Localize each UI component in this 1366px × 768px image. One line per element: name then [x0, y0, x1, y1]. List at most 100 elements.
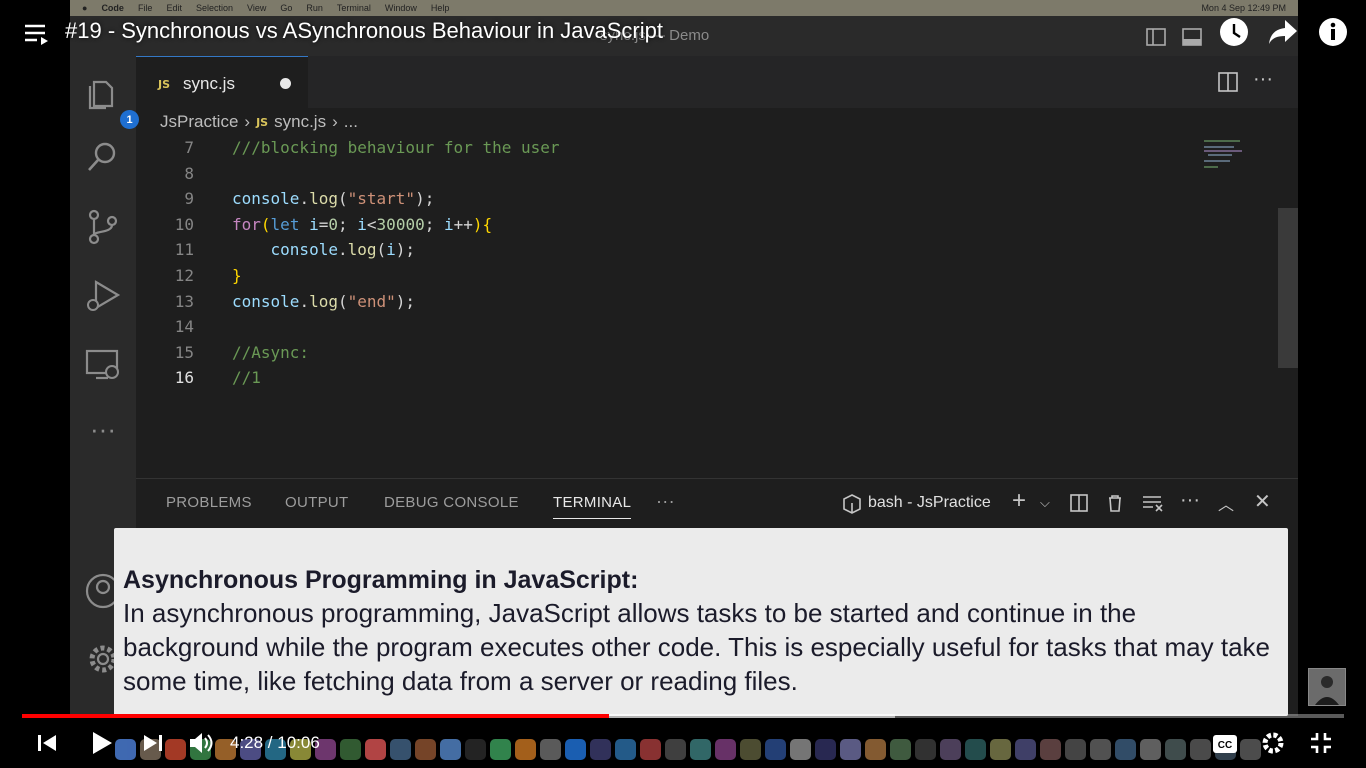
- code-text: }: [232, 266, 242, 285]
- search-icon[interactable]: [84, 138, 122, 176]
- source-control-icon[interactable]: [84, 208, 122, 246]
- new-terminal-icon[interactable]: +: [1012, 487, 1026, 515]
- terminal-name[interactable]: bash - JsPractice: [868, 494, 991, 512]
- dock-app-icon: [690, 738, 711, 760]
- code-line[interactable]: 10 for(let i=0; i<30000; i++){: [136, 215, 1236, 240]
- dock-app-icon: [465, 738, 486, 760]
- code-line[interactable]: 12}: [136, 266, 1236, 291]
- dock-app-icon: [115, 738, 136, 760]
- explorer-icon[interactable]: 1: [84, 74, 139, 129]
- chevron-right-icon: ›: [244, 112, 251, 131]
- dock-app-icon: [790, 738, 811, 760]
- toggle-sidebar-icon[interactable]: [1146, 27, 1166, 47]
- menu-item[interactable]: Go: [280, 3, 292, 13]
- line-number: 7: [184, 138, 194, 157]
- volume-icon[interactable]: [188, 731, 214, 755]
- play-icon[interactable]: [90, 730, 114, 756]
- share-icon[interactable]: [1268, 19, 1298, 45]
- video-title[interactable]: #19 - Synchronous vs ASynchronous Behavi…: [65, 18, 663, 44]
- menu-item[interactable]: Code: [101, 3, 124, 13]
- chevron-down-icon[interactable]: ⌵: [1040, 495, 1050, 511]
- presenter-thumbnail: [1308, 668, 1346, 706]
- unsaved-dot-icon[interactable]: [280, 78, 291, 89]
- code-token: =: [318, 214, 329, 234]
- tab-terminal[interactable]: TERMINAL: [553, 494, 632, 519]
- code-line[interactable]: 15 //Async:: [136, 343, 1236, 368]
- code-line[interactable]: 9 console.log("start");: [136, 189, 1236, 214]
- trash-icon[interactable]: [1106, 493, 1124, 513]
- editor-scrollbar[interactable]: [1278, 208, 1298, 368]
- code-token: }: [232, 266, 242, 285]
- remote-explorer-icon[interactable]: [84, 346, 122, 384]
- time-display: 4:28 / 10:06: [230, 733, 320, 752]
- code-token: ///blocking behaviour for the user: [232, 138, 560, 157]
- more-icon[interactable]: ···: [84, 414, 122, 452]
- split-terminal-icon[interactable]: [1070, 494, 1088, 512]
- code-line[interactable]: 11 console.log(i);: [136, 240, 1236, 265]
- breadcrumb-more[interactable]: ...: [344, 112, 358, 132]
- code-line[interactable]: 13 console.log("end");: [136, 292, 1236, 317]
- tab-problems[interactable]: PROBLEMS: [166, 494, 252, 511]
- dock-app-icon: [490, 738, 511, 760]
- watch-later-icon[interactable]: [1219, 17, 1249, 47]
- breadcrumb-folder[interactable]: JsPractice: [160, 112, 238, 132]
- menu-item[interactable]: Edit: [166, 3, 182, 13]
- panel-more-icon[interactable]: ···: [656, 491, 675, 512]
- code-text: console.log("start");: [232, 189, 434, 208]
- code-token: console: [232, 189, 300, 209]
- menu-item[interactable]: Run: [306, 3, 323, 13]
- code-editor[interactable]: 7 ///blocking behaviour for the user 8 9 con…: [136, 138, 1236, 438]
- tab-debug-console[interactable]: DEBUG CONSOLE: [384, 494, 519, 511]
- code-token: "start": [347, 189, 416, 209]
- tab-sync-js[interactable]: JS sync.js: [136, 56, 308, 108]
- panel-actions-more-icon[interactable]: ···: [1180, 489, 1200, 512]
- dock-app-icon: [1140, 738, 1161, 760]
- menu-item[interactable]: Selection: [196, 3, 233, 13]
- line-number: 10: [174, 214, 194, 234]
- code-token: //1: [232, 368, 261, 388]
- code-token: for: [232, 214, 261, 234]
- split-editor-icon[interactable]: [1218, 72, 1238, 92]
- previous-icon[interactable]: [36, 732, 58, 754]
- code-line[interactable]: 14: [136, 317, 1236, 342]
- close-panel-icon[interactable]: ✕: [1254, 489, 1271, 514]
- code-token: ){: [472, 214, 493, 234]
- dock-app-icon: [865, 738, 886, 760]
- menu-item[interactable]: Terminal: [337, 3, 371, 13]
- code-token: );: [395, 291, 416, 311]
- dock-app-icon: [640, 738, 661, 760]
- caption-box: Asynchronous Programming in JavaScript: …: [114, 528, 1288, 716]
- tab-output[interactable]: OUTPUT: [285, 494, 348, 511]
- code-line[interactable]: 8: [136, 164, 1236, 189]
- menu-item[interactable]: View: [247, 3, 266, 13]
- next-icon[interactable]: [142, 732, 164, 754]
- dock-app-icon: [340, 738, 361, 760]
- info-icon[interactable]: [1318, 17, 1348, 47]
- settings-icon[interactable]: [1261, 731, 1285, 755]
- code-token: "end": [347, 291, 396, 311]
- editor-more-icon[interactable]: ···: [1253, 68, 1273, 91]
- code-token: );: [415, 189, 435, 209]
- captions-icon[interactable]: CC: [1212, 734, 1238, 754]
- code-line[interactable]: 7 ///blocking behaviour for the user: [136, 138, 1236, 163]
- dock-app-icon: [1165, 738, 1186, 760]
- minimap[interactable]: [1204, 138, 1254, 178]
- clear-terminal-icon[interactable]: [1142, 494, 1164, 512]
- menu-item[interactable]: Window: [385, 3, 417, 13]
- menu-item[interactable]: File: [138, 3, 153, 13]
- video-progress-bar[interactable]: [22, 714, 1344, 718]
- maximize-panel-icon[interactable]: ︿: [1218, 491, 1234, 515]
- run-debug-icon[interactable]: [84, 276, 122, 314]
- explorer-badge: 1: [120, 110, 139, 129]
- apple-icon: ●: [82, 3, 88, 13]
- playlist-icon[interactable]: [24, 22, 50, 46]
- code-text: ///blocking behaviour for the user: [232, 138, 560, 157]
- dock-app-icon: [1190, 738, 1211, 760]
- breadcrumb-file[interactable]: sync.js: [274, 112, 326, 132]
- toggle-panel-icon[interactable]: [1182, 27, 1202, 47]
- exit-fullscreen-icon[interactable]: [1310, 732, 1332, 754]
- code-text: console.log(i);: [232, 240, 416, 259]
- menu-item[interactable]: Help: [431, 3, 450, 13]
- code-line[interactable]: 16 //1: [136, 368, 1236, 393]
- dock-app-icon: [365, 738, 386, 760]
